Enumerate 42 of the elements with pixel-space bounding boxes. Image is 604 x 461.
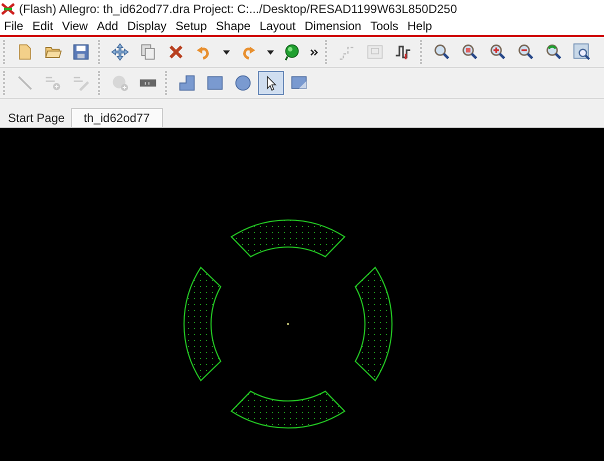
menu-item[interactable]: Dimension	[302, 19, 368, 33]
board-icon	[366, 43, 384, 61]
menu-item[interactable]: File	[1, 19, 30, 33]
zoom-world-icon	[573, 43, 591, 61]
zoom-previous-icon	[545, 43, 563, 61]
menu-item[interactable]: Edit	[29, 19, 60, 33]
menu-item[interactable]: Shape	[212, 19, 257, 33]
tab[interactable]: Start Page	[2, 108, 71, 127]
tab[interactable]: th_id62od77	[70, 108, 163, 127]
copy-icon	[139, 43, 157, 61]
menu-item[interactable]: Display	[124, 19, 173, 33]
menu-item[interactable]: View	[59, 19, 94, 33]
chevron-icon	[310, 48, 318, 56]
move-icon	[111, 43, 129, 61]
zoom-box-icon	[461, 43, 479, 61]
text-add-icon	[44, 74, 62, 92]
origin-marker	[287, 323, 289, 325]
line-icon	[16, 74, 34, 92]
menu-item[interactable]: Help	[404, 19, 438, 33]
menu-item[interactable]: Layout	[256, 19, 302, 33]
polygon-icon	[178, 74, 196, 92]
menu-item[interactable]: Add	[94, 19, 124, 33]
circle-icon	[234, 74, 252, 92]
zoom-in-icon	[489, 43, 507, 61]
file-icon	[16, 43, 34, 61]
text-edit-icon	[72, 74, 90, 92]
sphere-icon	[283, 43, 301, 61]
caret-icon	[222, 50, 230, 54]
rectangle-icon	[206, 74, 224, 92]
window-title: (Flash) Allegro: th_id62od77.dra Project: C:.../Desktop/RESAD1199W63L850D250	[19, 2, 458, 16]
menu-item[interactable]: Setup	[172, 19, 213, 33]
save-icon	[72, 43, 90, 61]
zoom-out-icon	[517, 43, 535, 61]
caret-icon	[266, 50, 274, 54]
delete-icon	[167, 43, 185, 61]
pointer-button[interactable]	[258, 71, 284, 95]
app-logo-icon	[1, 2, 15, 16]
menu-item[interactable]: Tools	[367, 19, 404, 33]
step-icon	[394, 43, 412, 61]
zoom-icon	[433, 43, 451, 61]
shape-edit-icon	[290, 74, 308, 92]
pad-add-icon	[111, 74, 129, 92]
